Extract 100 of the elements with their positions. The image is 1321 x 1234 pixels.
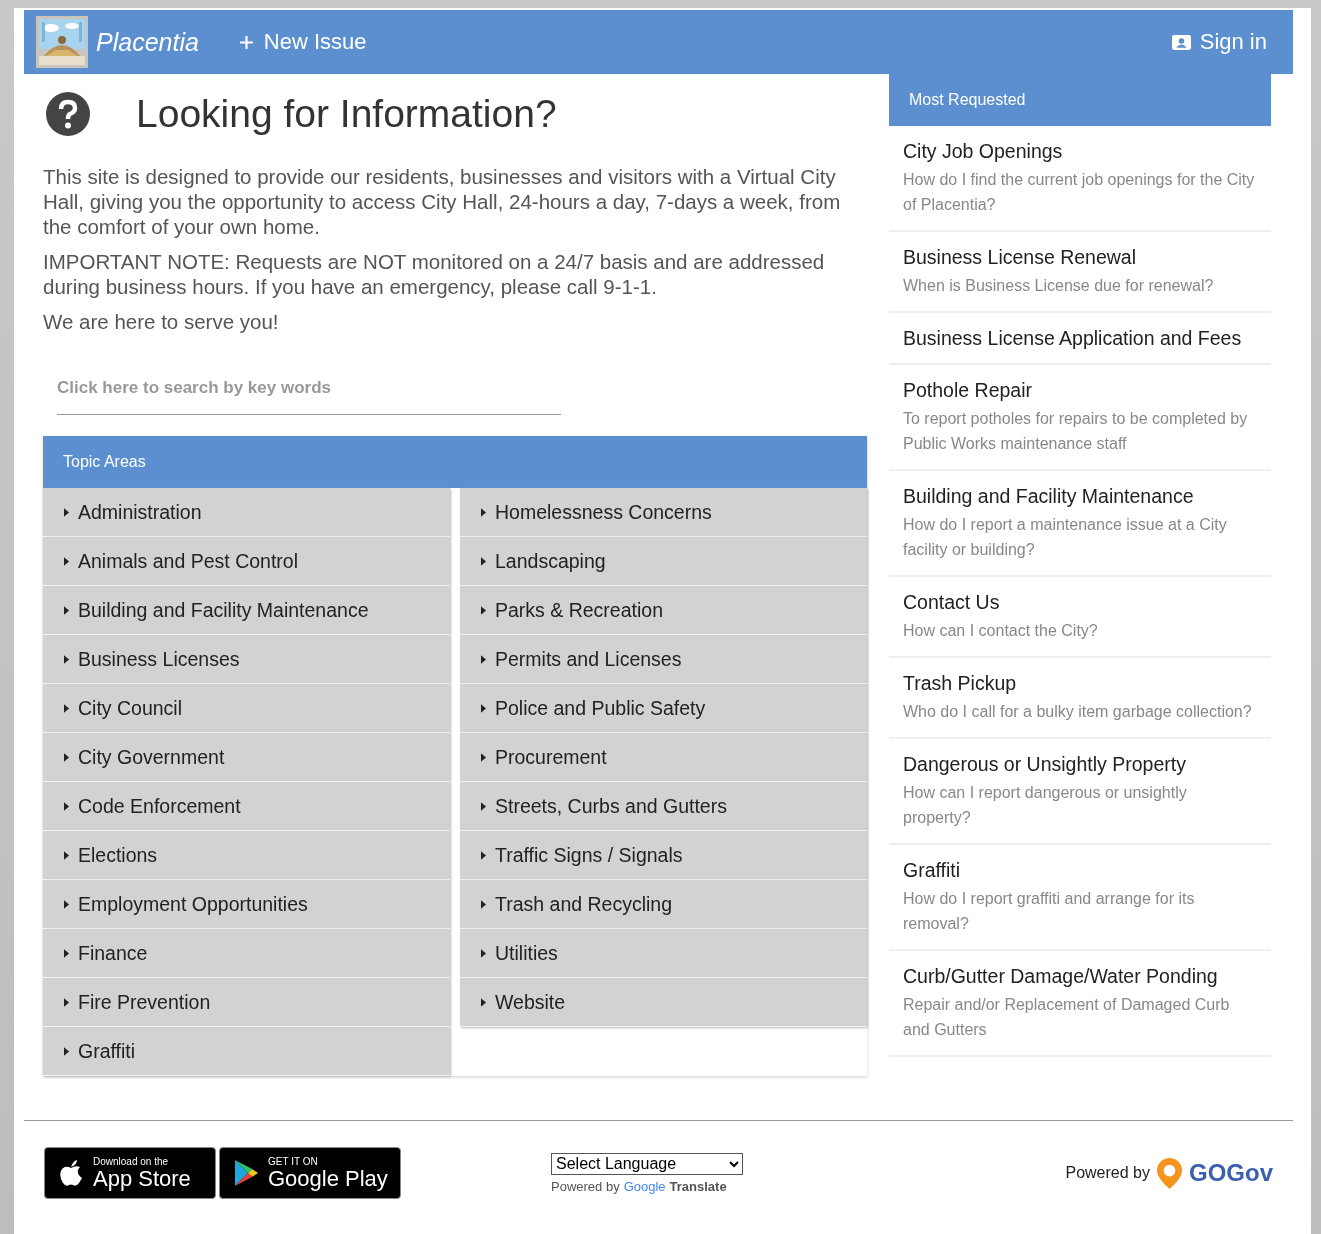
topic-item[interactable]: Website xyxy=(460,978,867,1027)
request-title: Business License Application and Fees xyxy=(903,327,1243,350)
badge-caption: GET IT ON xyxy=(268,1155,319,1167)
request-title: Pothole Repair xyxy=(903,379,1033,402)
caret-icon xyxy=(64,801,69,811)
caret-icon xyxy=(481,605,486,615)
powered-by-text: Powered by xyxy=(1065,1164,1150,1182)
caret-icon xyxy=(481,899,486,909)
powered-by-text: Powered by xyxy=(551,1178,620,1194)
topic-item[interactable]: Homelessness Concerns xyxy=(460,488,867,537)
request-description: Repair and/or Replacement of Damaged Curb and Gutters xyxy=(903,995,1231,1040)
topic-item[interactable]: Police and Public Safety xyxy=(460,684,867,733)
caret-icon xyxy=(64,1046,69,1056)
caret-icon xyxy=(481,507,486,517)
topic-item[interactable]: Utilities xyxy=(460,929,867,978)
topic-areas-header: Topic Areas xyxy=(43,436,867,488)
topic-item[interactable]: Fire Prevention xyxy=(43,978,450,1027)
badge-title: Google Play xyxy=(268,1166,388,1191)
request-title: Graffiti xyxy=(903,859,962,882)
caret-icon xyxy=(481,556,486,566)
apple-icon xyxy=(59,1159,83,1187)
request-description: How can I report dangerous or unsightly property? xyxy=(903,783,1188,828)
topic-label: Code Enforcement xyxy=(78,794,241,818)
question-icon xyxy=(46,92,90,136)
topic-label: Police and Public Safety xyxy=(495,696,706,720)
request-description: How do I report a maintenance issue at a City facility or building? xyxy=(903,515,1228,560)
topic-item[interactable]: Code Enforcement xyxy=(43,782,450,831)
caret-icon xyxy=(64,703,69,713)
google-text: Google xyxy=(623,1178,666,1194)
google-play-badge[interactable]: GET IT ON Google Play xyxy=(219,1147,401,1199)
topic-label: City Council xyxy=(78,696,183,720)
topic-label: Homelessness Concerns xyxy=(495,500,712,524)
request-item[interactable]: Dangerous or Unsightly Property How can I report dangerous or unsightly property? xyxy=(889,739,1271,845)
topic-label: Administration xyxy=(78,500,202,524)
request-description: How do I report graffiti and arrange for its removal? xyxy=(903,889,1196,934)
topic-label: Streets, Curbs and Gutters xyxy=(495,794,727,818)
request-item[interactable]: Pothole Repair To report potholes for repairs to be completed by Public Works maintenance staff xyxy=(889,365,1271,471)
topic-label: Finance xyxy=(78,941,148,965)
caret-icon xyxy=(481,997,486,1007)
caret-icon xyxy=(64,948,69,958)
topic-label: City Government xyxy=(78,745,225,769)
topic-item[interactable]: Administration xyxy=(43,488,450,537)
topic-item[interactable]: Business Licenses xyxy=(43,635,450,684)
intro-paragraph: IMPORTANT NOTE: Requests are NOT monitored on a 24/7 basis and are addressed during business hours. If you have an emergency, please call 9-1-1. xyxy=(43,249,826,299)
topic-item[interactable]: Finance xyxy=(43,929,450,978)
request-item[interactable]: Curb/Gutter Damage/Water Ponding Repair and/or Replacement of Damaged Curb and Gutters xyxy=(889,951,1271,1057)
topic-label: Utilities xyxy=(495,941,558,965)
topic-item[interactable]: Building and Facility Maintenance xyxy=(43,586,450,635)
request-item[interactable]: Business License Renewal When is Business License due for renewal? xyxy=(889,232,1271,313)
topic-item[interactable]: City Council xyxy=(43,684,450,733)
request-item[interactable]: City Job Openings How do I find the current job openings for the City of Placentia? xyxy=(889,126,1271,232)
caret-icon xyxy=(481,703,486,713)
topic-item[interactable]: Elections xyxy=(43,831,450,880)
topic-item[interactable]: Trash and Recycling xyxy=(460,880,867,929)
topic-item[interactable]: Procurement xyxy=(460,733,867,782)
request-title: Contact Us xyxy=(903,591,1001,614)
topic-label: Trash and Recycling xyxy=(495,892,673,916)
page-title: Looking for Information? xyxy=(136,92,557,136)
badge-caption: Download on the xyxy=(93,1155,170,1167)
request-item[interactable]: Graffiti How do I report graffiti and arrange for its removal? xyxy=(889,845,1271,951)
topic-label: Business Licenses xyxy=(78,647,240,671)
badge-title: App Store xyxy=(93,1166,191,1191)
request-item[interactable]: Building and Facility Maintenance How do I report a maintenance issue at a City facility or building? xyxy=(889,471,1271,577)
request-item[interactable]: Contact Us How can I contact the City? xyxy=(889,577,1271,658)
caret-icon xyxy=(64,654,69,664)
topic-item[interactable]: Traffic Signs / Signals xyxy=(460,831,867,880)
topic-item[interactable]: Employment Opportunities xyxy=(43,880,450,929)
topic-label: Elections xyxy=(78,843,158,867)
topic-label: Website xyxy=(495,990,566,1014)
topic-label: Permits and Licenses xyxy=(495,647,682,671)
topic-item[interactable]: Graffiti xyxy=(43,1027,450,1076)
request-title: Trash Pickup xyxy=(903,672,1018,695)
caret-icon xyxy=(481,801,486,811)
request-description: How can I contact the City? xyxy=(903,621,1099,641)
topic-label: Procurement xyxy=(495,745,607,769)
topic-label: Landscaping xyxy=(495,549,606,573)
topic-item[interactable]: Animals and Pest Control xyxy=(43,537,450,586)
caret-icon xyxy=(481,654,486,664)
request-description: How do I find the current job openings for the City of Placentia? xyxy=(903,170,1256,215)
topic-item[interactable]: Streets, Curbs and Gutters xyxy=(460,782,867,831)
caret-icon xyxy=(481,850,486,860)
caret-icon xyxy=(64,997,69,1007)
request-item[interactable]: Business License Application and Fees xyxy=(889,313,1271,365)
topic-label: Graffiti xyxy=(78,1039,136,1063)
topic-item[interactable]: Parks & Recreation xyxy=(460,586,867,635)
request-item[interactable]: Trash Pickup Who do I call for a bulky item garbage collection? xyxy=(889,658,1271,739)
topic-item[interactable]: Permits and Licenses xyxy=(460,635,867,684)
topic-item[interactable]: Landscaping xyxy=(460,537,867,586)
request-description: When is Business License due for renewal? xyxy=(903,276,1215,296)
app-store-badge[interactable]: Download on the App Store xyxy=(44,1147,216,1199)
caret-icon xyxy=(64,850,69,860)
request-title: Building and Facility Maintenance xyxy=(903,485,1195,508)
pin-icon xyxy=(1156,1156,1183,1190)
language-select[interactable]: Select Language xyxy=(551,1152,743,1175)
intro-paragraph: This site is designed to provide our residents, businesses and visitors with a Virtual City Hall, giving you the opportunity to access City Hall, 24-hours a day, 7-days a week, from the comfort of your own home. xyxy=(43,164,842,239)
request-description: Who do I call for a bulky item garbage collection? xyxy=(903,702,1253,722)
topic-label: Building and Facility Maintenance xyxy=(78,598,369,622)
topic-label: Animals and Pest Control xyxy=(78,549,299,573)
topic-item[interactable]: City Government xyxy=(43,733,450,782)
caret-icon xyxy=(64,556,69,566)
